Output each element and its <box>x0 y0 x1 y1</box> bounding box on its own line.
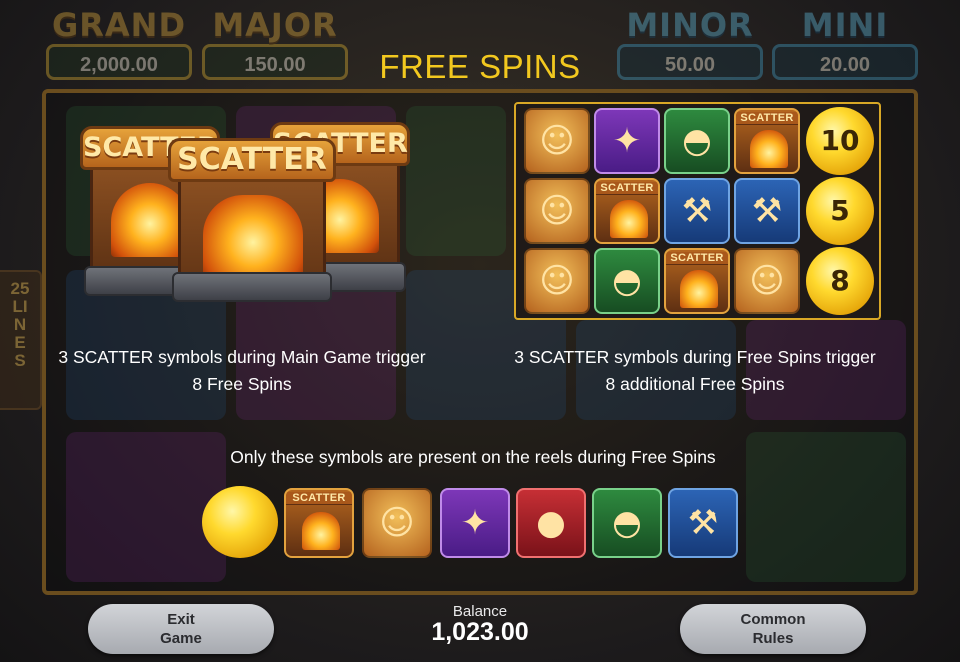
lines-badge-text: 25 LINES <box>10 279 30 370</box>
gold-pan-icon: ◓ <box>594 248 660 314</box>
scatter-label: SCATTER <box>177 142 327 177</box>
gold-sack-icon: ● <box>516 488 586 558</box>
gold-pan-icon: ◓ <box>664 108 730 174</box>
jackpot-mini-label: MINI <box>801 6 889 44</box>
exit-game-label: Exit Game <box>160 611 202 647</box>
balance-value: 1,023.00 <box>431 618 529 646</box>
common-rules-label: Common Rules <box>740 611 806 647</box>
main-game-trigger-line1: 3 SCATTER symbols during Main Game trigg… <box>58 347 426 367</box>
scatter-mine-icon: SCATTER <box>664 248 730 314</box>
main-game-trigger-text: 3 SCATTER symbols during Main Game trigg… <box>28 344 456 398</box>
miner-icon: ☺ <box>362 488 432 558</box>
gold-nugget-icon: 10 <box>806 107 874 175</box>
scatter-label: SCATTER <box>736 112 798 125</box>
scatter-mine-icon: SCATTER <box>734 108 800 174</box>
scatter-label: SCATTER <box>596 182 658 195</box>
jackpot-major-label: MAJOR <box>212 6 338 44</box>
scatter-label: SCATTER <box>666 252 728 265</box>
scatter-label: SCATTER <box>286 492 352 505</box>
miner-icon: ☺ <box>734 248 800 314</box>
free-spins-retrigger-line1: 3 SCATTER symbols during Free Spins trig… <box>514 347 876 367</box>
main-game-trigger-line2: 8 Free Spins <box>192 374 292 394</box>
gold-nugget-icon: 8 <box>806 247 874 315</box>
gold-nugget-icon <box>202 486 278 558</box>
symbols-note: Only these symbols are present on the re… <box>230 447 716 467</box>
jackpot-minor-label: MINOR <box>626 6 754 44</box>
free-spins-retrigger-text: 3 SCATTER symbols during Free Spins trig… <box>490 344 900 398</box>
miner-icon: ☺ <box>524 248 590 314</box>
gold-nugget-icon: 5 <box>806 177 874 245</box>
scatter-mine-icon: SCATTER <box>168 138 336 304</box>
dog-icon: ✦ <box>594 108 660 174</box>
nugget-value: 5 <box>830 194 850 227</box>
scatter-mine-icon: SCATTER <box>284 488 354 558</box>
pickaxe-icon: ⚒ <box>664 178 730 244</box>
pickaxe-icon: ⚒ <box>668 488 738 558</box>
miner-icon: ☺ <box>524 178 590 244</box>
scatter-mine-icon: SCATTER <box>594 178 660 244</box>
background-reel-cell <box>406 106 506 256</box>
free-spins-example-grid: ☺ ✦ ◓ SCATTER 10 ☺ SCATTER ⚒ ⚒ 5 ☺ ◓ SCA… <box>514 102 881 320</box>
pickaxe-icon: ⚒ <box>734 178 800 244</box>
miner-icon: ☺ <box>524 108 590 174</box>
free-spins-retrigger-line2: 8 additional Free Spins <box>605 374 785 394</box>
exit-game-button[interactable]: Exit Game <box>88 604 274 654</box>
jackpot-grand-label: GRAND <box>51 6 186 44</box>
page-title: FREE SPINS <box>379 48 581 85</box>
common-rules-button[interactable]: Common Rules <box>680 604 866 654</box>
nugget-value: 8 <box>830 264 850 297</box>
dog-icon: ✦ <box>440 488 510 558</box>
nugget-value: 10 <box>820 124 860 157</box>
gold-pan-icon: ◓ <box>592 488 662 558</box>
